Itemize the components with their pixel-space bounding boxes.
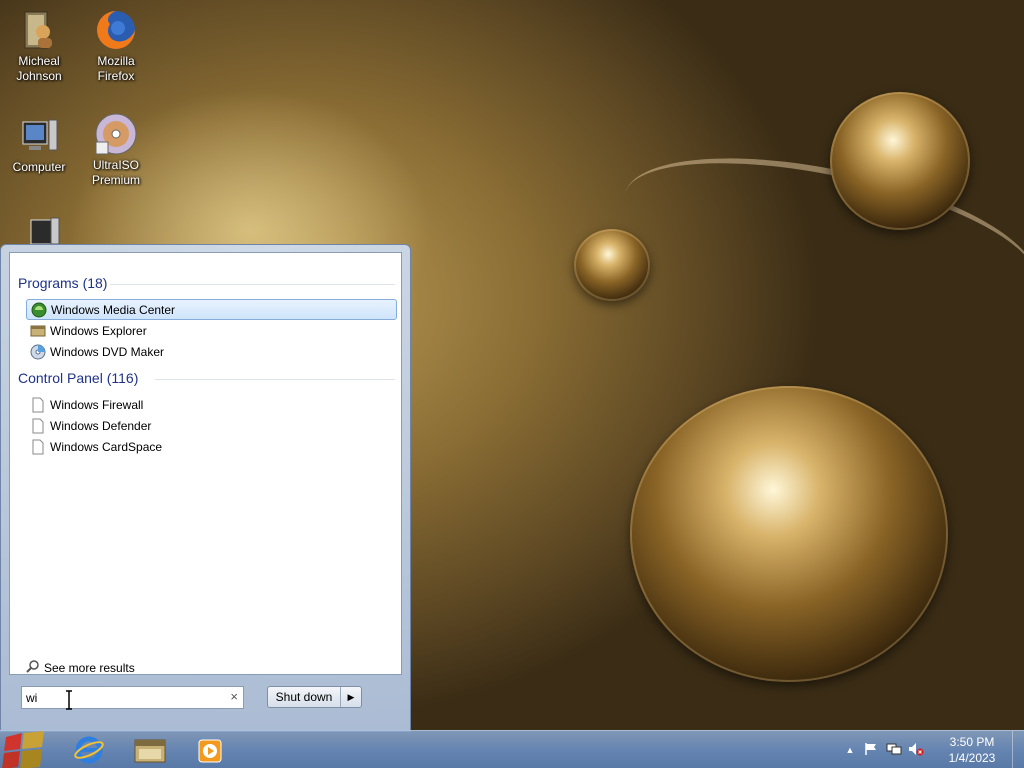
ultraiso-disc-icon <box>94 112 138 156</box>
explorer-icon <box>30 323 46 339</box>
result-windows-explorer[interactable]: Windows Explorer <box>26 320 397 341</box>
clear-search-icon[interactable]: × <box>230 689 238 704</box>
search-icon <box>26 659 40 676</box>
media-center-icon <box>31 302 47 318</box>
start-orb-icon <box>0 731 56 768</box>
shutdown-options-arrow[interactable]: ▶ <box>341 687 361 707</box>
wallpaper-sphere-medium <box>830 92 970 230</box>
taskbar-windows-explorer[interactable] <box>124 733 176 767</box>
result-label: Windows DVD Maker <box>50 344 165 359</box>
clock-time: 3:50 PM <box>949 735 995 749</box>
result-label: Windows CardSpace <box>50 439 163 454</box>
result-windows-cardspace[interactable]: Windows CardSpace <box>26 436 397 457</box>
result-windows-media-center[interactable]: Windows Media Center <box>26 299 397 320</box>
desktop-icon-user-folder[interactable]: Micheal Johnson <box>3 8 75 84</box>
result-windows-dvd-maker[interactable]: Windows DVD Maker <box>26 341 397 362</box>
see-more-label: See more results <box>44 660 135 675</box>
shutdown-button[interactable]: Shut down <box>268 687 341 707</box>
result-windows-firewall[interactable]: Windows Firewall <box>26 394 397 415</box>
result-label: Windows Explorer <box>50 323 147 338</box>
network-icon[interactable] <box>886 742 904 759</box>
computer-icon <box>17 114 61 158</box>
action-center-flag-icon[interactable] <box>864 742 882 759</box>
control-panel-group-title[interactable]: Control Panel (116) <box>18 370 138 386</box>
taskbar-internet-explorer[interactable] <box>64 733 116 767</box>
start-search-box[interactable]: × <box>21 686 244 709</box>
internet-explorer-icon <box>74 736 104 767</box>
document-icon <box>30 397 46 413</box>
ibeam-cursor-icon <box>65 690 73 710</box>
result-windows-defender[interactable]: Windows Defender <box>26 415 397 436</box>
volume-muted-icon[interactable] <box>908 742 926 759</box>
see-more-results-link[interactable]: See more results <box>26 659 135 676</box>
explorer-folder-icon <box>134 737 166 766</box>
desktop-icon-label: Premium <box>91 173 140 187</box>
user-folder-icon <box>17 8 61 52</box>
result-label: Windows Firewall <box>50 397 144 412</box>
start-button[interactable] <box>0 731 56 768</box>
desktop-icon-ultraiso[interactable]: UltraISO Premium <box>80 112 152 188</box>
result-label: Windows Defender <box>50 418 152 433</box>
taskbar: ▲ 3:50 PM 1/4/2023 <box>0 730 1024 768</box>
shutdown-button-group: Shut down ▶ <box>267 686 362 708</box>
divider <box>155 379 395 380</box>
show-desktop-button[interactable] <box>1012 731 1024 768</box>
media-player-icon <box>196 738 224 767</box>
desktop-icon-computer[interactable]: Computer <box>3 114 75 175</box>
wallpaper-sphere-large <box>630 386 948 682</box>
firefox-icon <box>94 8 138 52</box>
search-input[interactable] <box>26 689 216 706</box>
desktop-icon-firefox[interactable]: Mozilla Firefox <box>80 8 152 84</box>
show-hidden-icons-button[interactable]: ▲ <box>842 745 858 755</box>
desktop-icon-label: Micheal <box>18 54 60 68</box>
desktop-icon-label: Firefox <box>97 69 135 83</box>
taskbar-media-player[interactable] <box>184 733 236 767</box>
system-clock[interactable]: 3:50 PM 1/4/2023 <box>940 734 1004 766</box>
desktop-icon-label: Computer <box>12 160 66 174</box>
document-icon <box>30 418 46 434</box>
wallpaper-sphere-small <box>574 229 650 301</box>
programs-group-title[interactable]: Programs (18) <box>18 275 107 291</box>
search-results-pane: Programs (18) Windows Media Center Windo… <box>9 252 402 675</box>
desktop-icon-label: Johnson <box>16 69 62 83</box>
desktop-icon-label: UltraISO <box>92 158 139 172</box>
dvd-maker-icon <box>30 344 46 360</box>
clock-date: 1/4/2023 <box>948 751 996 765</box>
start-menu: Programs (18) Windows Media Center Windo… <box>0 244 411 732</box>
desktop-icon-label: Mozilla <box>97 54 135 68</box>
divider <box>110 284 395 285</box>
result-label: Windows Media Center <box>51 302 176 317</box>
notification-area: ▲ <box>842 731 926 768</box>
document-icon <box>30 439 46 455</box>
